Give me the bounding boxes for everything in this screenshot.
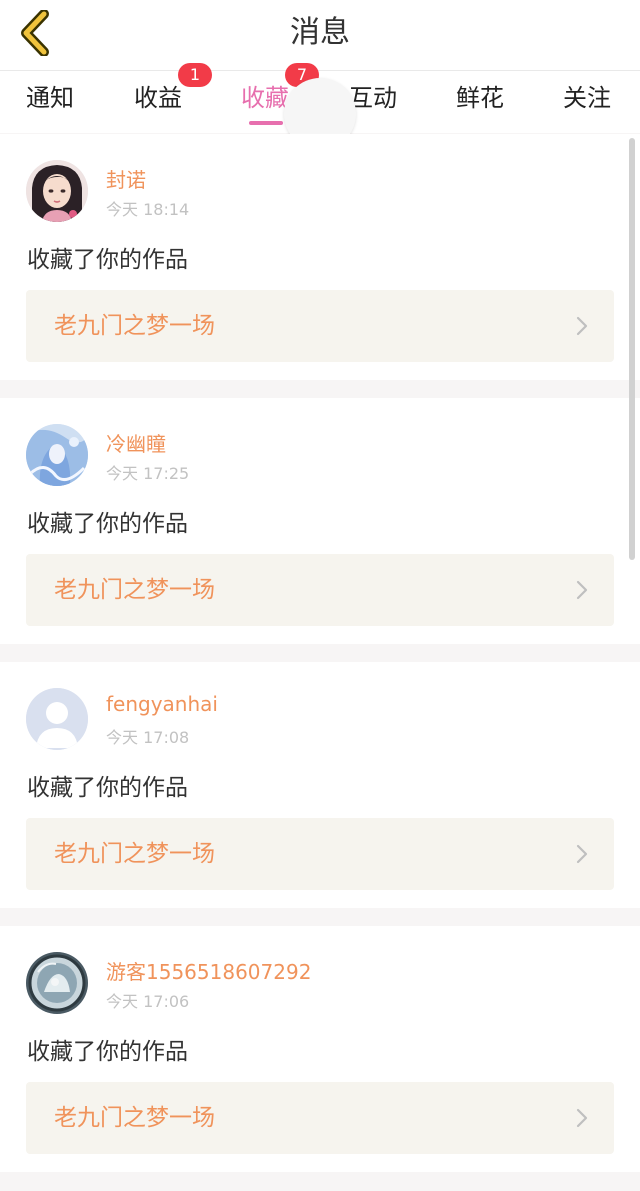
- tab-following[interactable]: 关注: [563, 71, 623, 133]
- work-link[interactable]: 老九门之梦一场: [26, 818, 614, 890]
- timestamp: 今天 17:06: [106, 992, 190, 1011]
- username[interactable]: fengyanhai: [106, 692, 218, 716]
- avatar[interactable]: [26, 952, 88, 1014]
- username[interactable]: 游客1556518607292: [106, 956, 311, 985]
- action-text: 收藏了你的作品: [27, 511, 188, 537]
- action-text: 收藏了你的作品: [27, 775, 188, 801]
- work-title: 老九门之梦一场: [54, 577, 215, 603]
- avatar[interactable]: [26, 160, 88, 222]
- tab-label: 互动: [349, 84, 397, 112]
- scrollbar[interactable]: [629, 138, 635, 560]
- active-tab-indicator: [249, 121, 283, 125]
- default-avatar-icon: [26, 688, 88, 750]
- username[interactable]: 冷幽瞳: [106, 428, 166, 457]
- avatar[interactable]: [26, 688, 88, 750]
- app: 消息 通知 收益 1 收藏 7 互动 鲜花 关注 封诺 今天 18:14 收藏了…: [0, 0, 640, 1191]
- chevron-right-icon: [576, 1108, 588, 1128]
- work-link[interactable]: 老九门之梦一场: [26, 554, 614, 626]
- avatar-girl-image: [26, 160, 88, 222]
- page-title: 消息: [290, 15, 350, 50]
- unread-badge: 1: [178, 63, 212, 87]
- chevron-right-icon: [576, 844, 588, 864]
- timestamp: 今天 18:14: [106, 200, 190, 219]
- tab-label: 关注: [563, 84, 611, 112]
- chevron-right-icon: [576, 580, 588, 600]
- timestamp: 今天 17:08: [106, 728, 190, 747]
- list-item: fengyanhai 今天 17:08 收藏了你的作品 老九门之梦一场: [0, 662, 640, 908]
- tab-interactions[interactable]: 互动: [349, 71, 409, 133]
- list-item: 封诺 今天 18:14 收藏了你的作品 老九门之梦一场: [0, 134, 640, 380]
- avatar-anime-round-image: [26, 952, 88, 1014]
- work-title: 老九门之梦一场: [54, 1105, 215, 1131]
- header-bar: 消息: [0, 0, 640, 71]
- work-link[interactable]: 老九门之梦一场: [26, 290, 614, 362]
- work-title: 老九门之梦一场: [54, 313, 215, 339]
- tab-label: 鲜花: [456, 84, 504, 112]
- tab-label: 收益: [134, 84, 182, 112]
- username[interactable]: 封诺: [106, 164, 146, 193]
- tab-earnings[interactable]: 收益 1: [134, 63, 212, 133]
- avatar[interactable]: [26, 424, 88, 486]
- tab-flowers[interactable]: 鲜花: [456, 71, 516, 133]
- work-title: 老九门之梦一场: [54, 841, 215, 867]
- tab-label: 通知: [26, 84, 74, 112]
- list-item: 冷幽瞳 今天 17:25 收藏了你的作品 老九门之梦一场: [0, 398, 640, 644]
- chevron-right-icon: [576, 316, 588, 336]
- tab-notifications[interactable]: 通知: [26, 71, 86, 133]
- action-text: 收藏了你的作品: [27, 247, 188, 273]
- work-link[interactable]: 老九门之梦一场: [26, 1082, 614, 1154]
- list-item: 游客1556518607292 今天 17:06 收藏了你的作品 老九门之梦一场: [0, 926, 640, 1172]
- action-text: 收藏了你的作品: [27, 1039, 188, 1065]
- timestamp: 今天 17:25: [106, 464, 190, 483]
- avatar-anime-blue-image: [26, 424, 88, 486]
- tab-label: 收藏: [241, 84, 289, 112]
